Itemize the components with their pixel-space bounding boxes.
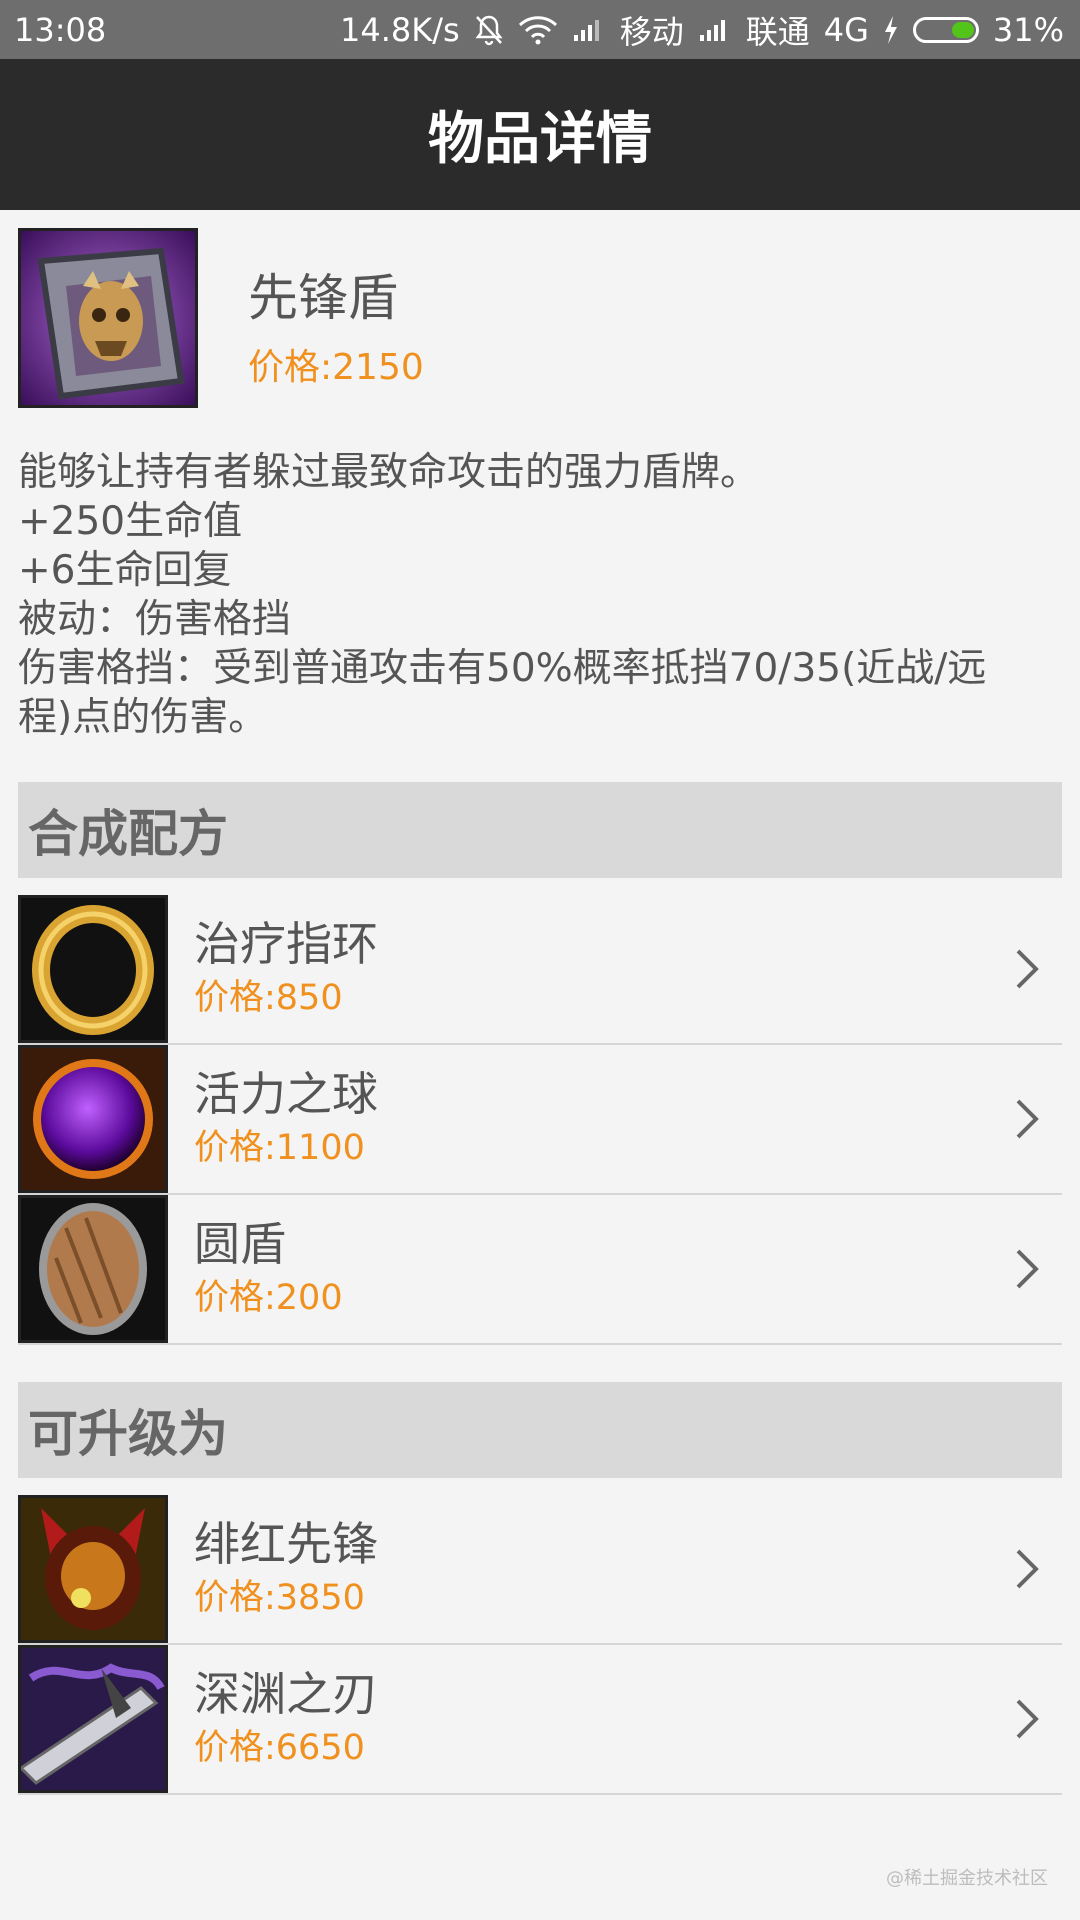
signal-icon-2 bbox=[698, 17, 732, 43]
recipe-list: 治疗指环 价格:850 活力之球 价格:1100 圆盾 价格:200 bbox=[18, 895, 1062, 1345]
recipe-item-price: 价格:200 bbox=[194, 1278, 343, 1318]
description-line: 能够让持有者躲过最致命攻击的强力盾牌。 bbox=[18, 450, 760, 495]
abyssal-blade-icon bbox=[18, 1645, 168, 1793]
upgrade-item-price: 价格:3850 bbox=[194, 1578, 365, 1618]
crimson-guard-icon bbox=[18, 1495, 168, 1643]
upgrade-item-name: 深渊之刃 bbox=[194, 1667, 378, 1721]
upgrade-item-name: 绯红先锋 bbox=[194, 1517, 378, 1571]
ring-icon bbox=[18, 895, 168, 1043]
watermark: @稀土掘金技术社区 bbox=[886, 1868, 1048, 1889]
item-price: 价格:2150 bbox=[248, 347, 424, 388]
title-bar: 物品详情 bbox=[0, 59, 1080, 210]
chevron-right-icon bbox=[1016, 1699, 1039, 1739]
upgrade-item-price: 价格:6650 bbox=[194, 1728, 365, 1768]
recipe-item-ring-of-health[interactable]: 治疗指环 价格:850 bbox=[18, 895, 1062, 1045]
chevron-right-icon bbox=[1016, 1249, 1039, 1289]
description-line: 伤害格挡：受到普通攻击有50%概率抵挡70/35(近战/远 bbox=[18, 646, 987, 691]
description-line: +250生命值 bbox=[18, 499, 243, 544]
recipe-item-name: 治疗指环 bbox=[194, 917, 378, 971]
chevron-right-icon bbox=[1016, 1099, 1039, 1139]
charging-icon bbox=[883, 15, 899, 45]
chevron-right-icon bbox=[1016, 1549, 1039, 1589]
battery-percent: 31% bbox=[992, 10, 1064, 49]
wifi-icon bbox=[518, 15, 558, 45]
description-line: 程)点的伤害。 bbox=[18, 695, 268, 740]
upgrade-item-crimson-guard[interactable]: 绯红先锋 价格:3850 bbox=[18, 1495, 1062, 1645]
status-bar: 13:08 14.8K/s 移动 联通 4G 31% bbox=[0, 0, 1080, 59]
net-speed: 14.8K/s bbox=[340, 10, 460, 49]
mute-bell-icon bbox=[474, 14, 504, 46]
signal-icon-1 bbox=[572, 17, 606, 43]
page-title: 物品详情 bbox=[428, 107, 652, 172]
recipe-section-header: 合成配方 bbox=[18, 782, 1062, 878]
battery-icon bbox=[912, 16, 979, 43]
orb-icon bbox=[18, 1045, 168, 1193]
description-line: 被动：伤害格挡 bbox=[18, 597, 292, 642]
status-right: 14.8K/s 移动 联通 4G 31% bbox=[340, 7, 1064, 53]
recipe-item-round-shield[interactable]: 圆盾 价格:200 bbox=[18, 1195, 1062, 1345]
recipe-item-price: 价格:1100 bbox=[194, 1128, 365, 1168]
recipe-item-vitality-orb[interactable]: 活力之球 价格:1100 bbox=[18, 1045, 1062, 1195]
recipe-item-name: 活力之球 bbox=[194, 1067, 378, 1121]
carrier-2: 联通 bbox=[745, 12, 810, 51]
item-description: 能够让持有者躲过最致命攻击的强力盾牌。 +250生命值 +6生命回复 被动：伤害… bbox=[18, 448, 1062, 742]
recipe-item-name: 圆盾 bbox=[194, 1217, 286, 1271]
vanguard-shield-icon bbox=[18, 228, 198, 408]
chevron-right-icon bbox=[1016, 949, 1039, 989]
upgrade-item-abyssal-blade[interactable]: 深渊之刃 价格:6650 bbox=[18, 1645, 1062, 1795]
round-shield-icon bbox=[18, 1195, 168, 1343]
item-header: 先锋盾 价格:2150 bbox=[18, 228, 1062, 408]
status-time: 13:08 bbox=[14, 10, 107, 49]
upgrade-section-header: 可升级为 bbox=[18, 1382, 1062, 1478]
item-name: 先锋盾 bbox=[248, 269, 398, 327]
recipe-item-price: 价格:850 bbox=[194, 978, 343, 1018]
carrier-1: 移动 bbox=[619, 12, 684, 51]
network-type: 4G bbox=[823, 10, 869, 49]
upgrade-list: 绯红先锋 价格:3850 深渊之刃 价格:6650 bbox=[18, 1495, 1062, 1795]
description-line: +6生命回复 bbox=[18, 548, 232, 593]
